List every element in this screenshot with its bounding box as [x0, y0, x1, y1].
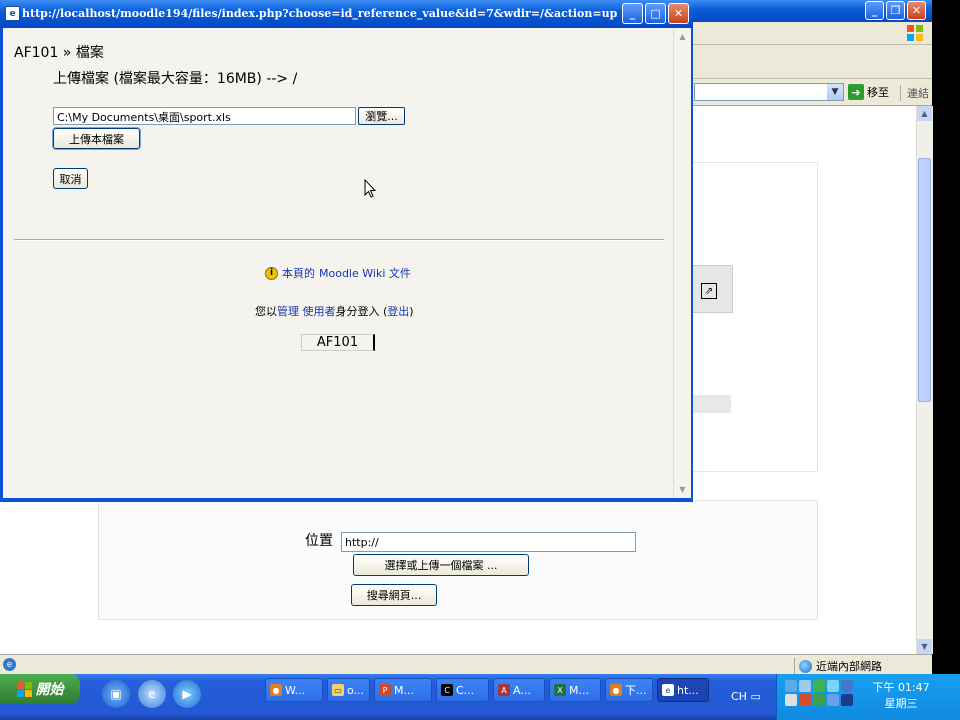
moodle-docs-link[interactable]: Moodle Wiki 文件 — [319, 265, 411, 281]
popup-scroll-down-icon[interactable]: ▼ — [675, 482, 690, 497]
mouse-cursor-icon — [364, 179, 377, 198]
scroll-thumb[interactable] — [918, 158, 931, 402]
section-heading-bottom — [116, 638, 121, 654]
task-list: ● W... ▭ o... P M... C C... A A... X M... ● 下..… — [265, 678, 709, 702]
ie-task-icon: e — [662, 684, 674, 696]
task-button[interactable]: ● W... — [265, 678, 323, 702]
login-prefix: 您以 — [255, 305, 277, 318]
restore-button[interactable]: ❐ — [886, 1, 905, 20]
docs-link-line: i 本頁的 Moodle Wiki 文件 — [265, 265, 411, 281]
footer-divider — [14, 239, 664, 241]
links-label[interactable]: 連結 — [900, 85, 929, 101]
language-indicator[interactable]: CH ▭ — [731, 690, 761, 703]
page-scrollbar[interactable]: ▲ ▼ — [916, 106, 933, 654]
clock-sync-icon[interactable] — [841, 694, 853, 706]
task-button-active[interactable]: e ht... — [657, 678, 709, 702]
connection-icon[interactable] — [827, 680, 839, 692]
go-label: 移至 — [867, 86, 889, 99]
chevron-down-icon[interactable]: ▼ — [827, 84, 843, 100]
login-middle: 身分登入 ( — [335, 305, 388, 318]
monitor-icon[interactable] — [799, 680, 811, 692]
location-input[interactable] — [341, 532, 636, 552]
upload-heading: 上傳檔案 (檔案最大容量：16MB) --> / — [53, 71, 298, 87]
start-label: 開始 — [35, 682, 64, 698]
user-profile-link[interactable]: 管理 使用者 — [277, 305, 336, 318]
network-icon[interactable] — [785, 680, 797, 692]
taskbar: 開始 ▣ e ▶ ● W... ▭ o... P M... C C... A A... X… — [0, 674, 960, 720]
popup-title: http://localhost/moodle194/files/index.p… — [22, 7, 618, 20]
show-desktop-icon[interactable]: ▣ — [102, 680, 130, 708]
search-web-button[interactable]: 搜尋網頁... — [351, 584, 437, 606]
powerpoint-icon: P — [379, 684, 391, 696]
file-path-input[interactable]: C:\My Documents\桌面\sport.xls — [53, 107, 356, 125]
update-icon[interactable] — [841, 680, 853, 692]
antivirus-icon[interactable] — [799, 694, 811, 706]
status-bar: e 近端內部網路 — [0, 654, 932, 675]
clock[interactable]: 下午 01:47 星期三 — [871, 680, 931, 712]
tray-icons — [785, 680, 865, 706]
windows-flag-icon — [16, 681, 32, 697]
clock-time: 下午 01:47 — [872, 681, 930, 694]
popup-content: AF101 » 檔案 上傳檔案 (檔案最大容量：16MB) --> / C:\M… — [3, 28, 673, 498]
security-icon[interactable] — [813, 680, 825, 692]
popup-scrollbar[interactable]: ▲ ▼ — [673, 28, 691, 498]
upload-popup-window: e http://localhost/moodle194/files/index… — [0, 0, 693, 502]
start-button[interactable]: 開始 — [0, 674, 80, 704]
course-home-link[interactable]: AF101 — [301, 334, 375, 351]
location-label: 位置 — [305, 533, 333, 549]
scroll-down-arrow-icon[interactable]: ▼ — [917, 639, 932, 654]
firefox-icon: ● — [270, 684, 282, 696]
docs-prefix[interactable]: 本頁的 — [282, 265, 315, 281]
upload-file-button[interactable]: 上傳本檔案 — [52, 127, 141, 150]
close-button[interactable]: ✕ — [907, 1, 926, 20]
clock-day: 星期三 — [884, 697, 918, 710]
ie-icon: e — [5, 6, 20, 21]
globe-icon — [799, 659, 812, 673]
media-player-icon[interactable]: ▶ — [173, 680, 201, 708]
folder-icon: ▭ — [332, 684, 344, 696]
logout-link[interactable]: 登出 — [387, 305, 409, 318]
task-button[interactable]: P M... — [374, 678, 432, 702]
panel-footer — [691, 395, 731, 413]
login-info: 您以管理 使用者身分登入 (登出) — [255, 303, 414, 319]
shield-icon[interactable] — [813, 694, 825, 706]
login-suffix: ) — [409, 305, 414, 318]
popup-title-bar[interactable]: e http://localhost/moodle194/files/index… — [0, 0, 693, 28]
access-icon: A — [498, 684, 510, 696]
popup-scroll-up-icon[interactable]: ▲ — [675, 29, 690, 44]
command-prompt-icon: C — [441, 684, 453, 696]
popup-launcher[interactable]: ⇗ — [691, 265, 733, 313]
task-button[interactable]: C C... — [436, 678, 489, 702]
windows-logo-icon — [907, 25, 923, 41]
task-button[interactable]: ▭ o... — [327, 678, 370, 702]
volume-icon[interactable] — [785, 694, 797, 706]
popup-minimize-button[interactable]: _ — [622, 3, 643, 24]
minimize-button[interactable]: _ — [865, 1, 884, 20]
address-input[interactable]: ▼ — [694, 83, 844, 101]
ie-page-icon: e — [3, 658, 16, 671]
cancel-button[interactable]: 取消 — [53, 168, 88, 189]
popup-maximize-button[interactable]: □ — [645, 3, 666, 24]
go-arrow-icon: ➜ — [848, 84, 864, 100]
security-zone: 近端內部網路 — [794, 658, 882, 674]
popup-close-button[interactable]: ✕ — [668, 3, 689, 24]
external-window-icon[interactable]: ⇗ — [701, 283, 717, 299]
task-button[interactable]: A A... — [493, 678, 545, 702]
scroll-up-arrow-icon[interactable]: ▲ — [917, 106, 932, 121]
ie-quicklaunch-icon[interactable]: e — [138, 680, 166, 708]
task-button[interactable]: X M... — [549, 678, 601, 702]
side-panel: ⇗ — [690, 162, 818, 472]
display-icon[interactable] — [827, 694, 839, 706]
browse-button[interactable]: 瀏覽... — [358, 107, 405, 125]
excel-icon: X — [554, 684, 566, 696]
task-button[interactable]: ● 下... — [605, 678, 653, 702]
system-tray: 下午 01:47 星期三 — [776, 674, 960, 720]
choose-or-upload-file-button[interactable]: 選擇或上傳一個檔案 ... — [353, 554, 529, 576]
breadcrumb[interactable]: AF101 » 檔案 — [14, 42, 104, 62]
info-icon: i — [265, 266, 278, 280]
go-button[interactable]: ➜ 移至 — [848, 83, 889, 101]
firefox-download-icon: ● — [610, 684, 622, 696]
zone-label: 近端內部網路 — [816, 660, 882, 673]
